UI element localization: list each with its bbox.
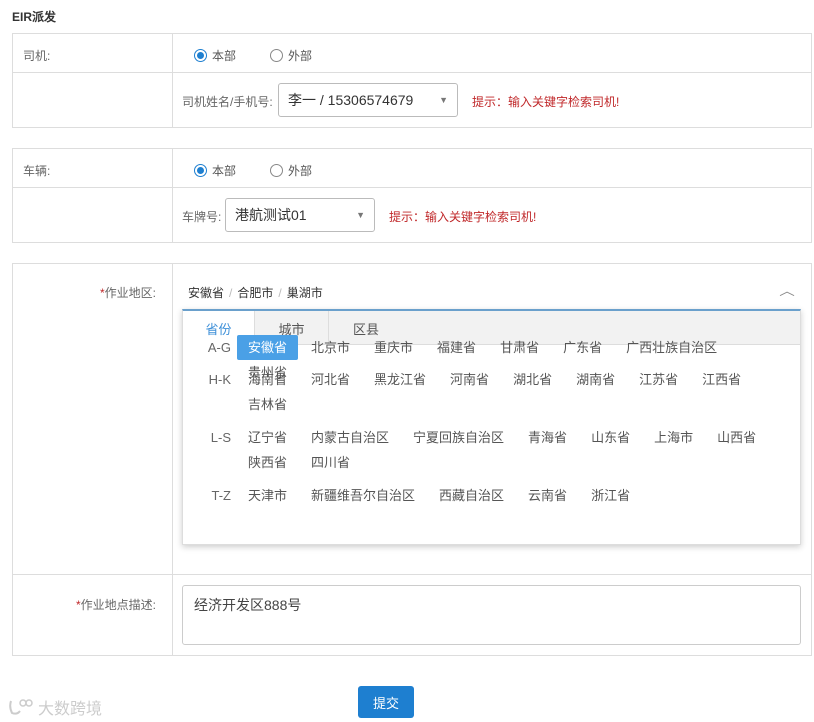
- driver-hint: 提示：输入关键字检索司机!: [472, 93, 619, 110]
- province-option[interactable]: 陕西省: [237, 450, 298, 475]
- vehicle-radio-external[interactable]: 外部: [270, 162, 312, 179]
- province-option[interactable]: 青海省: [517, 425, 578, 450]
- province-option[interactable]: 四川省: [300, 450, 361, 475]
- watermark-icon: [8, 698, 34, 716]
- vehicle-label: 车辆:: [23, 162, 50, 179]
- radio-label: 外部: [288, 47, 312, 64]
- province-option[interactable]: 福建省: [426, 335, 487, 360]
- province-option[interactable]: 吉林省: [237, 392, 298, 417]
- path-city: 合肥市: [237, 286, 273, 300]
- province-option[interactable]: 河南省: [439, 367, 500, 392]
- watermark-text: 大数跨境: [38, 695, 102, 719]
- area-dropdown-panel: 省份 城市 区县 A-G安徽省北京市重庆市福建省甘肃省广东省广西壮族自治区贵州省…: [182, 309, 801, 545]
- province-option[interactable]: 上海市: [643, 425, 704, 450]
- province-option[interactable]: 黑龙江省: [363, 367, 437, 392]
- area-section: *作业地区: 安徽省 / 合肥市 / 巢湖市 ︿ 省份 城市 区县 A-G安徽省北京市重…: [12, 263, 812, 656]
- vehicle-radio-internal[interactable]: 本部: [194, 162, 236, 179]
- province-group: H-K海南省河北省黑龙江省河南省湖北省湖南省江苏省江西省吉林省: [183, 367, 783, 417]
- driver-radio-external[interactable]: 外部: [270, 47, 312, 64]
- province-option[interactable]: 新疆维吾尔自治区: [300, 483, 426, 508]
- province-option[interactable]: 安徽省: [237, 335, 298, 360]
- submit-button[interactable]: 提交: [358, 686, 414, 718]
- radio-label: 本部: [212, 162, 236, 179]
- chevron-up-icon[interactable]: ︿: [779, 282, 795, 299]
- vehicle-section: 车辆: 本部 外部 车牌号: 港航测试01 ▼ 提示：输入关键字检索司机!: [12, 148, 812, 243]
- path-separator: /: [278, 286, 281, 300]
- province-option[interactable]: 西藏自治区: [428, 483, 515, 508]
- path-province: 安徽省: [188, 286, 224, 300]
- vehicle-select-label: 车牌号:: [182, 208, 221, 225]
- vehicle-hint: 提示：输入关键字检索司机!: [389, 208, 536, 225]
- province-group: T-Z天津市新疆维吾尔自治区西藏自治区云南省浙江省: [183, 483, 783, 508]
- group-label: T-Z: [183, 483, 237, 508]
- province-option[interactable]: 广西壮族自治区: [615, 335, 728, 360]
- group-items: 天津市新疆维吾尔自治区西藏自治区云南省浙江省: [237, 483, 782, 508]
- province-option[interactable]: 重庆市: [363, 335, 424, 360]
- province-option[interactable]: 内蒙古自治区: [300, 425, 400, 450]
- province-option[interactable]: 山东省: [580, 425, 641, 450]
- radio-checked-icon: [194, 49, 207, 62]
- driver-radio-internal[interactable]: 本部: [194, 47, 236, 64]
- location-desc-textarea[interactable]: 经济开发区888号: [182, 585, 801, 645]
- driver-section: 司机: 本部 外部 司机姓名/手机号: 李一 / 15306574679 ▼ 提…: [12, 33, 812, 128]
- province-option[interactable]: 湖南省: [565, 367, 626, 392]
- caret-down-icon: ▼: [439, 95, 448, 105]
- area-label: *作业地区:: [100, 284, 156, 301]
- page-title: EIR派发: [12, 8, 56, 25]
- province-option[interactable]: 辽宁省: [237, 425, 298, 450]
- province-option[interactable]: 北京市: [300, 335, 361, 360]
- radio-checked-icon: [194, 164, 207, 177]
- location-desc-label: *作业地点描述:: [76, 596, 156, 613]
- radio-label: 外部: [288, 162, 312, 179]
- driver-select-value: 李一 / 15306574679: [288, 90, 413, 110]
- province-option[interactable]: 宁夏回族自治区: [402, 425, 515, 450]
- driver-select-label: 司机姓名/手机号:: [182, 93, 273, 110]
- radio-unchecked-icon: [270, 164, 283, 177]
- caret-down-icon: ▼: [356, 210, 365, 220]
- province-option[interactable]: 江苏省: [628, 367, 689, 392]
- province-option[interactable]: 山西省: [706, 425, 767, 450]
- province-option[interactable]: 甘肃省: [489, 335, 550, 360]
- province-option[interactable]: 天津市: [237, 483, 298, 508]
- driver-select[interactable]: 李一 / 15306574679 ▼: [278, 83, 458, 117]
- province-group: L-S辽宁省内蒙古自治区宁夏回族自治区青海省山东省上海市山西省陕西省四川省: [183, 425, 783, 475]
- driver-label: 司机:: [23, 47, 50, 64]
- path-separator: /: [229, 286, 232, 300]
- group-label: H-K: [183, 367, 237, 417]
- province-option[interactable]: 江西省: [691, 367, 752, 392]
- province-option[interactable]: 云南省: [517, 483, 578, 508]
- province-option[interactable]: 浙江省: [580, 483, 641, 508]
- radio-label: 本部: [212, 47, 236, 64]
- watermark-logo: 大数跨境: [8, 695, 102, 719]
- province-option[interactable]: 海南省: [237, 367, 298, 392]
- group-items: 辽宁省内蒙古自治区宁夏回族自治区青海省山东省上海市山西省陕西省四川省: [237, 425, 782, 475]
- group-label: L-S: [183, 425, 237, 475]
- plate-select-value: 港航测试01: [235, 205, 307, 225]
- province-option[interactable]: 河北省: [300, 367, 361, 392]
- area-cascader[interactable]: 安徽省 / 合肥市 / 巢湖市: [188, 284, 323, 301]
- radio-unchecked-icon: [270, 49, 283, 62]
- plate-select[interactable]: 港航测试01 ▼: [225, 198, 375, 232]
- group-items: 海南省河北省黑龙江省河南省湖北省湖南省江苏省江西省吉林省: [237, 367, 782, 417]
- province-option[interactable]: 湖北省: [502, 367, 563, 392]
- province-option[interactable]: 广东省: [552, 335, 613, 360]
- path-district: 巢湖市: [287, 286, 323, 300]
